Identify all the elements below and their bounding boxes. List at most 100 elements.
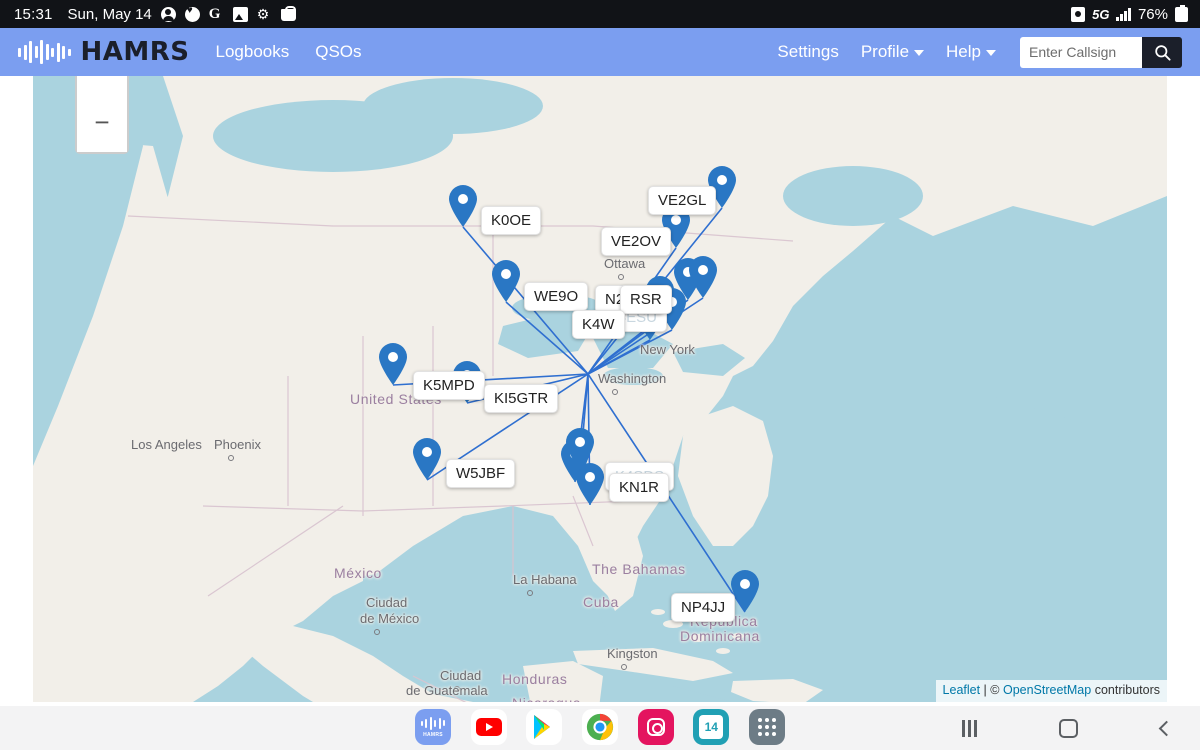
map-place-label: The Bahamas: [592, 561, 686, 577]
hamrs-app-label: HAMRS: [423, 731, 443, 738]
calendar-app-icon[interactable]: 14: [693, 709, 730, 745]
map-attribution: Leaflet | © OpenStreetMap contributors: [935, 680, 1167, 702]
home-button[interactable]: [1059, 718, 1079, 738]
callsign-label[interactable]: W5JBF: [446, 459, 516, 488]
status-time: 15:31: [14, 5, 53, 23]
chevron-down-icon: [914, 49, 925, 56]
map-place-label: de México: [360, 611, 420, 626]
nav-link-profile-label: Profile: [860, 42, 910, 61]
attribution-suffix: contributors: [1091, 683, 1160, 697]
callsign-label[interactable]: NP4JJ: [671, 593, 736, 622]
nav-link-logbooks[interactable]: Logbooks: [216, 42, 290, 62]
map-marker-pin[interactable]: [565, 428, 595, 470]
map-city-dot: [618, 274, 624, 280]
android-nav-buttons: [962, 706, 1175, 750]
search-input[interactable]: [1020, 36, 1142, 68]
map-place-label: Ottawa: [604, 256, 646, 271]
zoom-in-button[interactable]: +: [77, 76, 127, 92]
nav-link-profile[interactable]: Profile: [860, 42, 925, 62]
clock-heart-icon: [184, 5, 200, 22]
brand-logo[interactable]: HAMRS: [0, 37, 190, 67]
camera-indicator-icon: [1071, 6, 1086, 22]
page-body: K0OEVE2GLVE2OVWE9ON2IGWRSRN4ESUK4WK5MPDK…: [0, 76, 1200, 706]
attribution-separator: | ©: [980, 683, 1003, 697]
callsign-label[interactable]: K4W: [572, 310, 625, 339]
map-place-label: Nicaragua: [512, 695, 581, 702]
youtube-app-icon[interactable]: [470, 709, 507, 745]
back-button[interactable]: [1158, 720, 1175, 736]
instagram-app-icon[interactable]: [637, 709, 674, 745]
google-icon: G: [208, 5, 221, 22]
map-canvas[interactable]: K0OEVE2GLVE2OVWE9ON2IGWRSRN4ESUK4WK5MPDK…: [33, 76, 1167, 702]
chrome-glyph: [586, 713, 614, 741]
map-place-label: Cuba: [583, 594, 619, 610]
camera-glyph: [646, 718, 665, 736]
callsign-label[interactable]: RSR: [620, 285, 672, 314]
nav-link-help[interactable]: Help: [946, 42, 996, 62]
map-place-label: Kingston: [607, 646, 658, 661]
map-marker-pin[interactable]: [448, 185, 478, 227]
map-marker-pin[interactable]: [378, 343, 408, 385]
map-city-dot: [374, 629, 380, 635]
callsign-label[interactable]: K5MPD: [413, 371, 485, 400]
play-store-glyph: [534, 715, 551, 739]
map-place-label: La Habana: [513, 572, 577, 587]
qso-map[interactable]: K0OEVE2GLVE2OVWE9ON2IGWRSRN4ESUK4WK5MPDK…: [33, 76, 1167, 702]
map-place-label: de Guatemala: [406, 683, 488, 698]
search-button[interactable]: [1142, 36, 1182, 68]
search-icon: [1154, 44, 1171, 61]
map-marker-pin[interactable]: [412, 438, 442, 480]
waveform-icon: [420, 716, 446, 730]
map-place-label: Los Angeles: [131, 437, 202, 452]
leaflet-link[interactable]: Leaflet: [943, 683, 981, 697]
chevron-down-icon: [986, 49, 996, 56]
callsign-label[interactable]: K0OE: [481, 206, 542, 235]
status-bar-left: 15:31 Sun, May 14 G ⚙: [0, 5, 296, 23]
nav-link-help-label: Help: [946, 42, 981, 61]
hamrs-app-icon[interactable]: HAMRS: [415, 709, 451, 745]
dock-app-row: HAMRS 14: [415, 704, 785, 750]
map-zoom-control[interactable]: + −: [75, 76, 129, 154]
brand-name: HAMRS: [80, 37, 190, 67]
map-place-label: Ciudad: [366, 595, 408, 610]
navbar-right: Settings Profile Help: [755, 36, 1200, 68]
callsign-label[interactable]: VE2GL: [648, 186, 717, 215]
callsign-label[interactable]: KI5GTR: [484, 384, 559, 413]
map-marker-pin[interactable]: [491, 260, 521, 302]
photos-icon: [232, 6, 248, 22]
recents-button[interactable]: [962, 719, 977, 737]
map-place-label: Dominicana: [680, 628, 760, 644]
android-status-bar: 15:31 Sun, May 14 G ⚙ 5G 76%: [0, 0, 1200, 28]
grid-dots-glyph: [757, 718, 776, 736]
map-place-label: Honduras: [502, 671, 568, 687]
youtube-glyph: [475, 718, 502, 736]
map-marker-pin[interactable]: [688, 256, 718, 298]
map-place-label: Ciudad: [440, 668, 482, 683]
gear-icon: ⚙: [256, 5, 270, 22]
calendar-date: 14: [699, 715, 724, 739]
map-city-dot: [228, 455, 234, 461]
map-place-label: Phoenix: [214, 437, 261, 452]
play-store-app-icon[interactable]: [526, 709, 563, 745]
map-city-dot: [621, 664, 627, 670]
app-drawer-icon[interactable]: [748, 709, 785, 745]
map-place-label: New York: [640, 342, 695, 357]
zoom-out-button[interactable]: −: [77, 92, 127, 152]
callsign-label[interactable]: VE2OV: [601, 227, 672, 256]
shopping-bag-icon: [280, 6, 296, 21]
callsign-label[interactable]: KN1R: [609, 473, 670, 502]
signal-strength-icon: [1116, 7, 1131, 21]
callsign-label[interactable]: WE9O: [524, 282, 589, 311]
map-city-dot: [612, 389, 618, 395]
map-place-label: México: [334, 565, 382, 581]
chrome-app-icon[interactable]: [581, 709, 618, 745]
battery-icon: [1175, 4, 1188, 22]
battery-percent: 76%: [1137, 5, 1168, 23]
nav-link-qsos[interactable]: QSOs: [315, 42, 361, 62]
callsign-search: [1020, 36, 1182, 68]
person-icon: [160, 6, 176, 22]
nav-link-settings[interactable]: Settings: [777, 42, 838, 62]
openstreetmap-link[interactable]: OpenStreetMap: [1003, 683, 1091, 697]
network-type: 5G: [1092, 6, 1110, 22]
status-date: Sun, May 14: [67, 5, 152, 23]
